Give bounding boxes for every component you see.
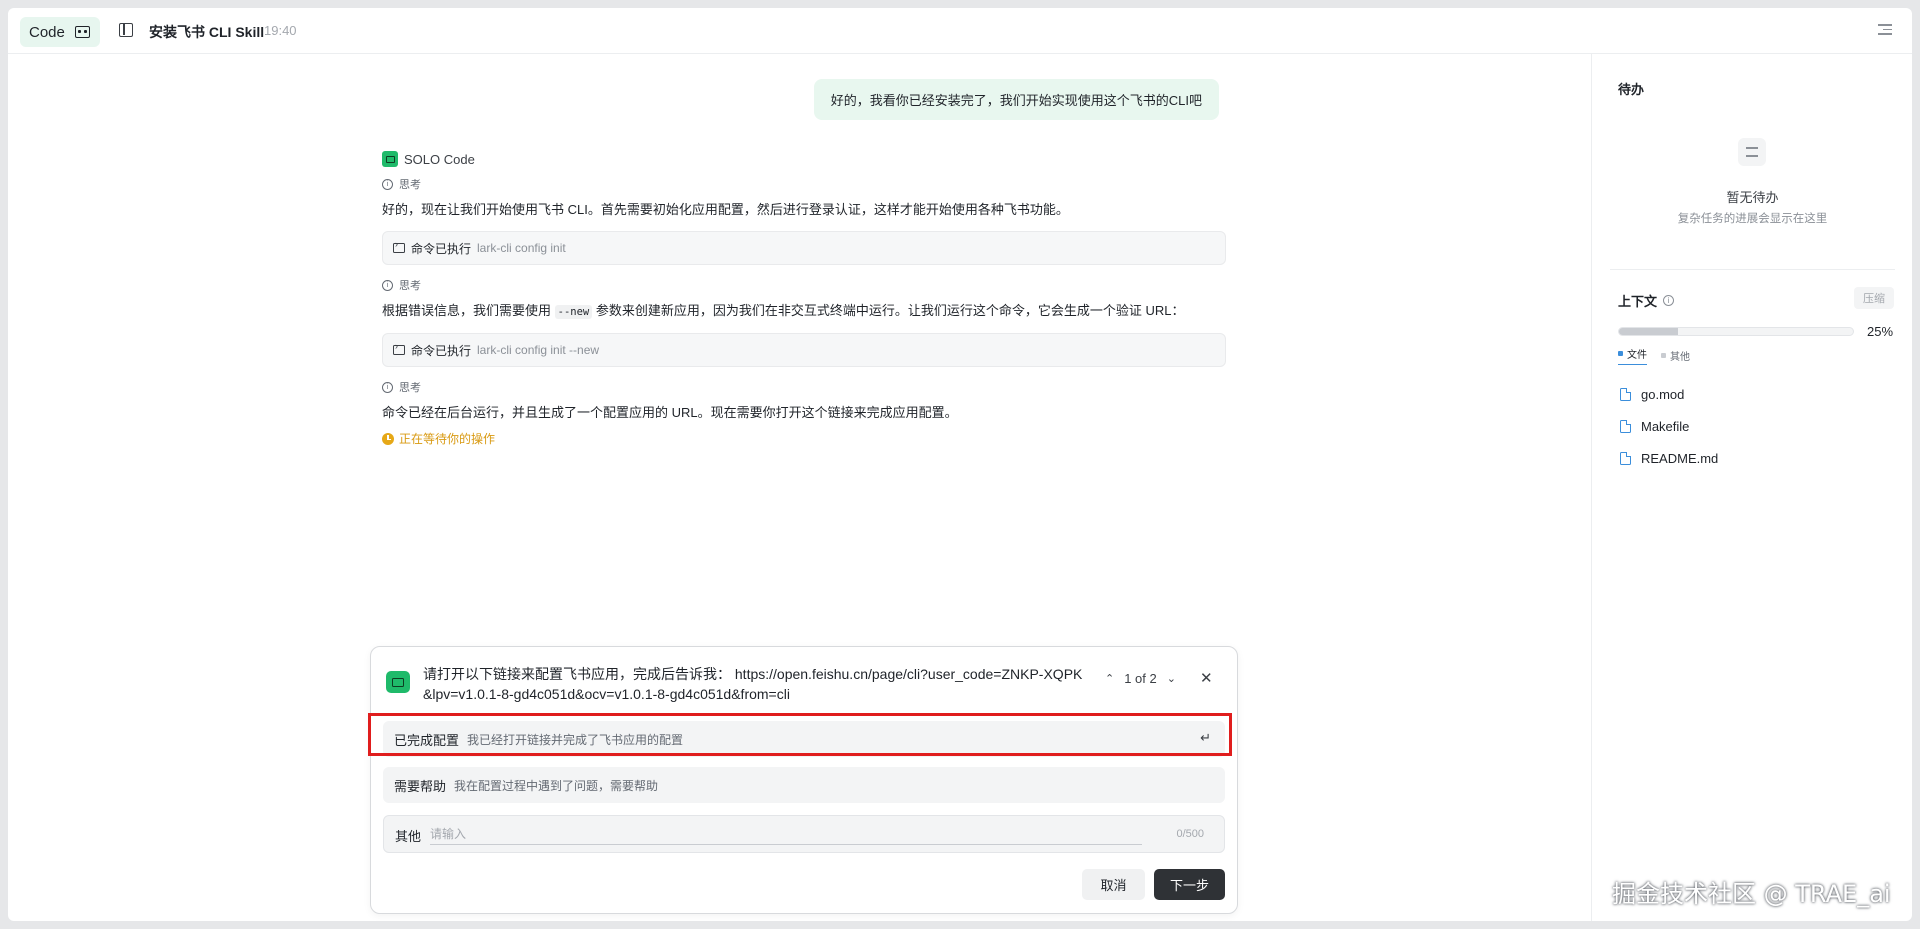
info-icon[interactable]: i (1663, 295, 1675, 306)
option-done[interactable]: 已完成配置 我已经打开链接并完成了飞书应用的配置 ↵ (383, 721, 1225, 757)
menu-icon[interactable] (1878, 24, 1892, 36)
file-name: README.md (1641, 450, 1719, 466)
file-item[interactable]: README.md (1620, 442, 1718, 474)
user-message: 好的，我看你已经安装完了，我们开始实现使用这个飞书的CLI吧 (813, 79, 1219, 120)
mode-label: Code (29, 23, 65, 41)
legend-label: 其他 (1670, 352, 1690, 363)
legend-label: 文件 (1627, 350, 1647, 361)
close-icon[interactable]: ✕ (1200, 669, 1213, 687)
cancel-button[interactable]: 取消 (1082, 869, 1145, 900)
file-icon (1620, 387, 1631, 401)
terminal-icon (393, 239, 405, 253)
waiting-status: 正在等待你的操作 (382, 430, 1226, 447)
agent-name: SOLO Code (404, 151, 475, 167)
top-bar: Code 安装飞书 CLI Skill 19:40 (8, 8, 1912, 54)
option-label: 已完成配置 (394, 732, 460, 748)
right-sidebar: 待办 暂无待办 复杂任务的进展会显示在这里 上下文 i 压缩 25% 文件 其他 (1591, 54, 1912, 921)
session-title: 安装飞书 CLI Skill (149, 24, 265, 40)
solo-code-icon (382, 151, 398, 167)
file-icon (1620, 451, 1631, 465)
context-file-list: go.mod Makefile README.md (1620, 378, 1718, 474)
inline-code: --new (554, 305, 593, 319)
mode-switch[interactable]: Code (20, 17, 100, 47)
option-help[interactable]: 需要帮助 我在配置过程中遇到了问题，需要帮助 (383, 767, 1225, 803)
file-item[interactable]: go.mod (1620, 378, 1718, 410)
command-block[interactable]: 命令已执行 lark-cli config init --new (382, 333, 1226, 367)
assistant-text: 好的，现在让我们开始使用飞书 CLI。首先需要初始化应用配置，然后进行登录认证，… (382, 202, 1069, 217)
other-input[interactable] (430, 823, 1142, 845)
solo-code-icon (386, 671, 410, 693)
file-icon (1620, 419, 1631, 433)
think-icon: i (382, 381, 393, 393)
think-label: 思考 (399, 179, 421, 191)
divider (1610, 269, 1895, 270)
legend-other[interactable]: 其他 (1661, 346, 1690, 365)
think-label: 思考 (399, 382, 421, 394)
option-other: 其他 0/500 (383, 815, 1225, 853)
waiting-label: 正在等待你的操作 (399, 432, 496, 446)
clock-icon (382, 432, 394, 445)
session-time: 19:40 (264, 23, 297, 38)
todo-empty: 暂无待办 (1726, 190, 1779, 205)
command-status: 命令已执行 (411, 343, 472, 358)
char-counter: 0/500 (1176, 828, 1204, 840)
pager-label: 1 of 2 (1124, 671, 1157, 686)
context-progress-fill (1619, 328, 1678, 335)
option-desc: 我已经打开链接并完成了飞书应用的配置 (467, 732, 684, 747)
question-text: 请打开以下链接来配置飞书应用，完成后告诉我： https://open.feis… (423, 666, 1083, 702)
compress-button[interactable]: 压缩 (1854, 287, 1894, 309)
agent-header: SOLO Code (382, 150, 1226, 168)
terminal-icon (393, 341, 405, 355)
context-progress (1618, 327, 1854, 336)
enter-icon: ↵ (1200, 730, 1211, 745)
assistant-message: SOLO Code i 思考 好的，现在让我们开始使用飞书 CLI。首先需要初始… (382, 150, 1226, 447)
solo-icon (74, 26, 90, 38)
context-percent: 25% (1867, 324, 1894, 339)
command-block[interactable]: 命令已执行 lark-cli config init (382, 231, 1226, 265)
option-desc: 我在配置过程中遇到了问题，需要帮助 (454, 778, 659, 793)
chevron-up-icon[interactable]: ⌃ (1105, 672, 1114, 685)
context-legend: 文件 其他 (1618, 346, 1690, 365)
think-toggle[interactable]: i 思考 (382, 176, 1226, 192)
context-title: 上下文 i (1618, 291, 1675, 310)
command-text: lark-cli config init --new (477, 343, 600, 357)
option-label: 需要帮助 (394, 778, 447, 794)
legend-dot (1661, 353, 1666, 358)
sidebar-toggle-icon[interactable] (119, 23, 133, 37)
think-icon: i (382, 279, 393, 291)
list-icon (1738, 138, 1766, 166)
assistant-text-part: 根据错误信息，我们需要使用 (382, 303, 555, 318)
question-pager: ⌃ 1 of 2 ⌄ (1105, 671, 1176, 686)
legend-dot (1618, 351, 1623, 356)
todo-subtitle: 复杂任务的进展会显示在这里 (1677, 213, 1828, 225)
next-button[interactable]: 下一步 (1154, 869, 1225, 900)
think-icon: i (382, 178, 393, 190)
file-name: Makefile (1641, 418, 1690, 434)
assistant-text: 命令已经在后台运行，并且生成了一个配置应用的 URL。现在需要你打开这个链接来完… (382, 405, 958, 420)
legend-files[interactable]: 文件 (1618, 346, 1647, 365)
app-window: Code 安装飞书 CLI Skill 19:40 好的，我看你已经安装完了，我… (8, 8, 1912, 921)
question-panel: 请打开以下链接来配置飞书应用，完成后告诉我： https://open.feis… (370, 646, 1238, 914)
chat-area: 好的，我看你已经安装完了，我们开始实现使用这个飞书的CLI吧 SOLO Code… (8, 54, 1591, 921)
command-status: 命令已执行 (411, 241, 472, 256)
chevron-down-icon[interactable]: ⌄ (1167, 672, 1176, 685)
think-toggle[interactable]: i 思考 (382, 277, 1226, 293)
think-toggle[interactable]: i 思考 (382, 379, 1226, 395)
file-name: go.mod (1641, 386, 1685, 402)
assistant-text-part: 参数来创建新应用，因为我们在非交互式终端中运行。让我们运行这个命令，它会生成一个… (592, 303, 1185, 318)
command-text: lark-cli config init (477, 241, 566, 255)
todo-title: 待办 (1618, 82, 1645, 97)
file-item[interactable]: Makefile (1620, 410, 1718, 442)
think-label: 思考 (399, 280, 421, 292)
watermark: 掘金技术社区 @ TRAE_ai (1612, 880, 1891, 908)
context-label: 上下文 (1618, 294, 1658, 309)
assistant-text: 根据错误信息，我们需要使用 --new 参数来创建新应用，因为我们在非交互式终端… (382, 302, 1226, 321)
other-label: 其他 (395, 829, 422, 844)
